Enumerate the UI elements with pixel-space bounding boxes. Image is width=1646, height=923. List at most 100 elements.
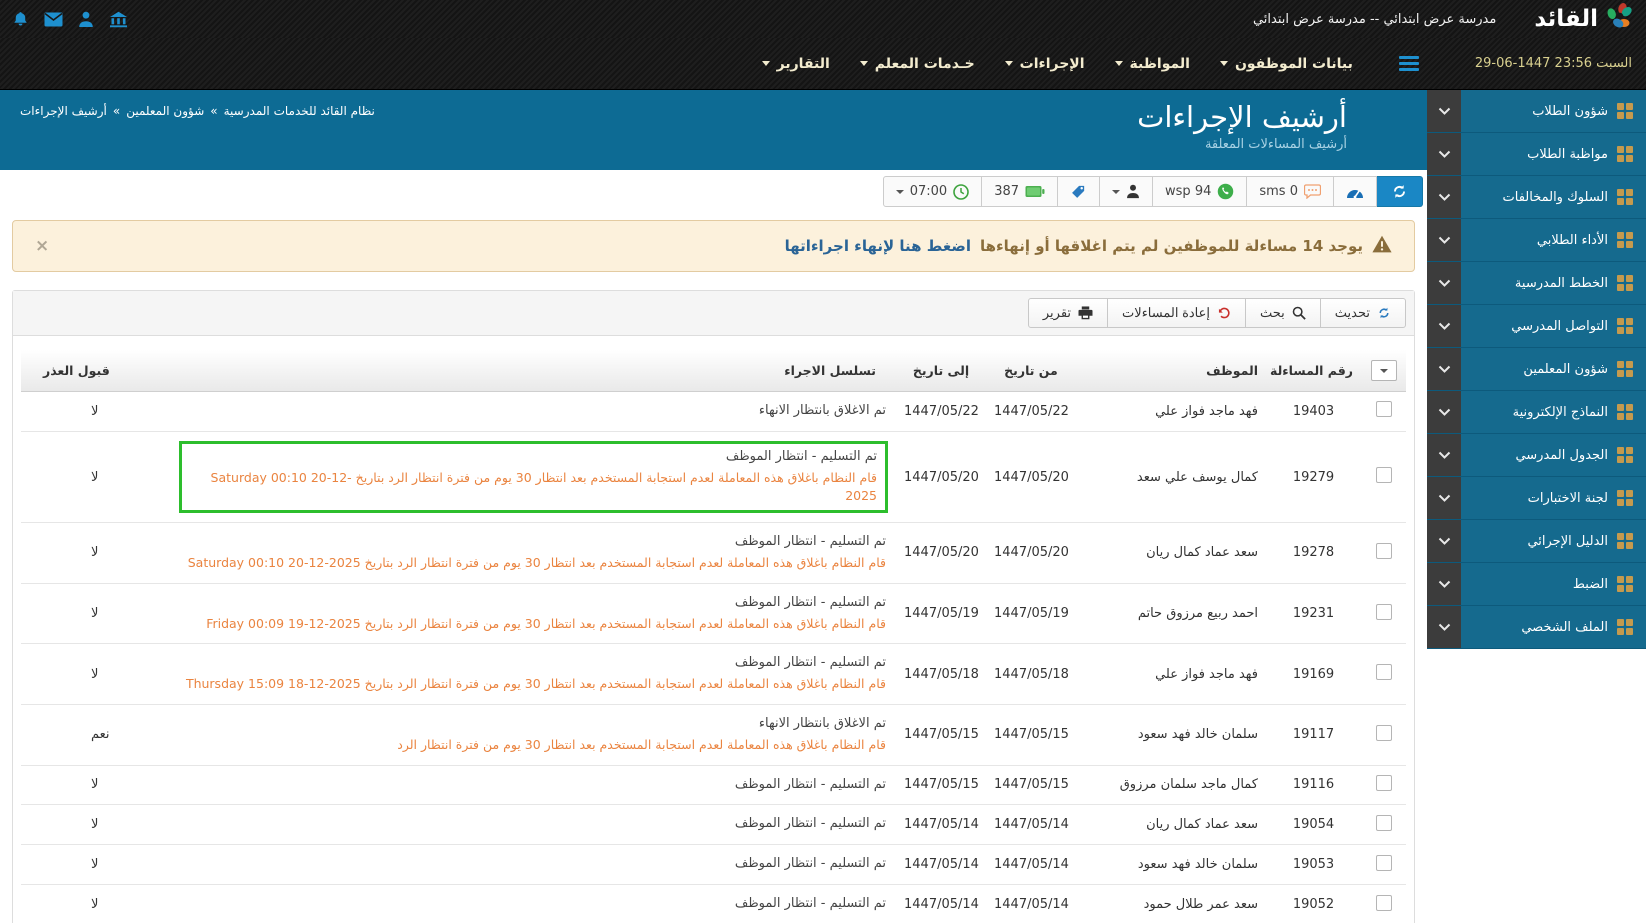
table-row: 19231 احمد ربيع مرزوق حاتم 1447/05/19 14…: [21, 583, 1406, 645]
sidebar-item[interactable]: الأداء الطلابي: [1427, 219, 1646, 262]
hamburger-icon[interactable]: [1398, 56, 1419, 71]
refresh-toolbar-button[interactable]: [1376, 176, 1423, 207]
row-checkbox[interactable]: [1375, 814, 1392, 831]
action-sequence-cell: تم التسليم - انتظار الموظف قام النظام با…: [179, 440, 888, 514]
sidebar-item[interactable]: النماذج الإلكترونية: [1427, 391, 1646, 434]
sidebar-item[interactable]: السلوك والمخالفات: [1427, 176, 1646, 219]
row-to-date: 1447/05/14: [896, 804, 986, 846]
row-id: 19278: [1266, 522, 1361, 584]
reopen-accountability-button[interactable]: إعادة المساءلات: [1107, 298, 1246, 328]
breadcrumb-home[interactable]: نظام القائد للخدمات المدرسية: [224, 104, 375, 118]
sidebar-item-label: الخطط المدرسية: [1514, 275, 1608, 291]
chevron-down-icon: [1114, 61, 1123, 66]
alert-finish-link[interactable]: اضغط هنا لإنهاء اجراءاتها: [785, 237, 971, 255]
table-row: 19278 سعد عماد كمال ريان 1447/05/20 1447…: [21, 522, 1406, 584]
breadcrumb-current: أرشيف الإجراءات: [20, 104, 107, 118]
row-checkbox[interactable]: [1375, 894, 1392, 911]
row-to-date: 1447/05/18: [896, 643, 986, 705]
nav-menu-item[interactable]: التقارير: [761, 56, 830, 72]
row-checkbox[interactable]: [1375, 854, 1392, 871]
sidebar-item[interactable]: مواظبة الطلاب: [1427, 133, 1646, 176]
sidebar-expand-toggle[interactable]: [1427, 133, 1461, 175]
battery-cell[interactable]: 387: [981, 176, 1059, 207]
chevron-down-icon: [1438, 322, 1450, 330]
dashboard-cell[interactable]: [1333, 176, 1377, 207]
search-button[interactable]: بحث: [1245, 298, 1321, 328]
row-checkbox[interactable]: [1375, 774, 1392, 791]
sidebar-expand-toggle[interactable]: [1427, 391, 1461, 433]
sidebar-expand-toggle[interactable]: [1427, 563, 1461, 605]
sidebar-item[interactable]: الجدول المدرسي: [1427, 434, 1646, 477]
mail-icon[interactable]: [44, 12, 63, 27]
chevron-down-icon: [1219, 61, 1228, 66]
sidebar-expand-toggle[interactable]: [1427, 477, 1461, 519]
refresh-icon: [1379, 307, 1389, 319]
col-header-action: تسلسل الاجراء: [171, 350, 896, 392]
whatsapp-count: wsp 94: [1165, 184, 1212, 199]
grid-icon: [1617, 232, 1633, 248]
sidebar-expand-toggle[interactable]: [1427, 348, 1461, 390]
time-cell[interactable]: 07:00: [882, 176, 983, 207]
sms-count: sms 0: [1259, 184, 1298, 199]
sidebar-expand-toggle[interactable]: [1427, 176, 1461, 218]
action-sequence-cell: تم التسليم - انتظار الموظف: [179, 894, 888, 915]
archive-panel: تحديث بحث إعادة المساءلات تقرير رقم المس…: [12, 290, 1415, 923]
row-checkbox[interactable]: [1375, 467, 1392, 484]
grid-icon: [1617, 619, 1633, 635]
sidebar-expand-toggle[interactable]: [1427, 434, 1461, 476]
select-all-dropdown[interactable]: [1370, 360, 1397, 381]
whatsapp-cell[interactable]: wsp 94: [1152, 176, 1248, 207]
sidebar-item[interactable]: شؤون الطلاب: [1427, 90, 1646, 133]
sidebar-item[interactable]: التواصل المدرسي: [1427, 305, 1646, 348]
nav-menu-item[interactable]: المواظبة: [1114, 56, 1190, 72]
sms-chat-icon: [1304, 184, 1321, 199]
row-checkbox[interactable]: [1375, 724, 1392, 741]
row-excuse-accepted: لا: [21, 844, 171, 886]
report-button[interactable]: تقرير: [1027, 298, 1109, 328]
tags-cell[interactable]: [1057, 176, 1101, 207]
sidebar-expand-toggle[interactable]: [1427, 219, 1461, 261]
chevron-down-icon: [1379, 368, 1388, 373]
sidebar-item[interactable]: الضبط: [1427, 563, 1646, 606]
row-id: 19053: [1266, 844, 1361, 886]
breadcrumb-separator: »: [112, 104, 121, 118]
chevron-down-icon: [1438, 494, 1450, 502]
row-checkbox[interactable]: [1375, 603, 1392, 620]
sidebar-item[interactable]: الملف الشخصي: [1427, 606, 1646, 649]
sms-cell[interactable]: sms 0: [1246, 176, 1334, 207]
brand[interactable]: القائد: [1534, 2, 1634, 36]
user-select-cell[interactable]: [1099, 176, 1154, 207]
sidebar-item[interactable]: الخطط المدرسية: [1427, 262, 1646, 305]
bank-icon[interactable]: [109, 11, 128, 28]
chevron-down-icon: [1438, 408, 1450, 416]
battery-count: 387: [994, 184, 1020, 199]
row-excuse-accepted: لا: [21, 884, 171, 923]
breadcrumb-section[interactable]: شؤون المعلمين: [126, 104, 204, 118]
chevron-down-icon: [1438, 107, 1450, 115]
sidebar-item-label: الجدول المدرسي: [1515, 447, 1608, 463]
refresh-button[interactable]: تحديث: [1319, 298, 1406, 328]
sidebar-expand-toggle[interactable]: [1427, 90, 1461, 132]
nav-menu-item[interactable]: بيانات الموظفون: [1219, 56, 1353, 72]
row-checkbox[interactable]: [1375, 664, 1392, 681]
sidebar-expand-toggle[interactable]: [1427, 520, 1461, 562]
nav-menu-item[interactable]: الإجراءات: [1004, 56, 1085, 72]
col-header-from: من تاريخ: [986, 350, 1076, 392]
sidebar: شؤون الطلاب مواظبة الطلاب السلوك والمخال…: [1427, 90, 1646, 923]
action-sequence-cell: تم التسليم - انتظار الموظف قام النظام با…: [179, 593, 888, 635]
sidebar-item[interactable]: شؤون المعلمين: [1427, 348, 1646, 391]
row-checkbox[interactable]: [1375, 542, 1392, 559]
sidebar-expand-toggle[interactable]: [1427, 606, 1461, 648]
sidebar-item[interactable]: لجنة الاختبارات: [1427, 477, 1646, 520]
row-id: 19231: [1266, 583, 1361, 645]
sidebar-expand-toggle[interactable]: [1427, 262, 1461, 304]
close-icon[interactable]: ×: [35, 237, 49, 255]
row-checkbox[interactable]: [1375, 401, 1392, 418]
sidebar-item[interactable]: الدليل الإجرائي: [1427, 520, 1646, 563]
bell-icon[interactable]: [12, 11, 29, 28]
row-excuse-accepted: لا: [21, 583, 171, 645]
sidebar-expand-toggle[interactable]: [1427, 305, 1461, 347]
nav-menu-item[interactable]: خـدمات المعلم: [859, 56, 975, 72]
table-row: 19054 سعد عماد كمال ريان 1447/05/14 1447…: [21, 804, 1406, 846]
user-icon[interactable]: [78, 11, 94, 28]
